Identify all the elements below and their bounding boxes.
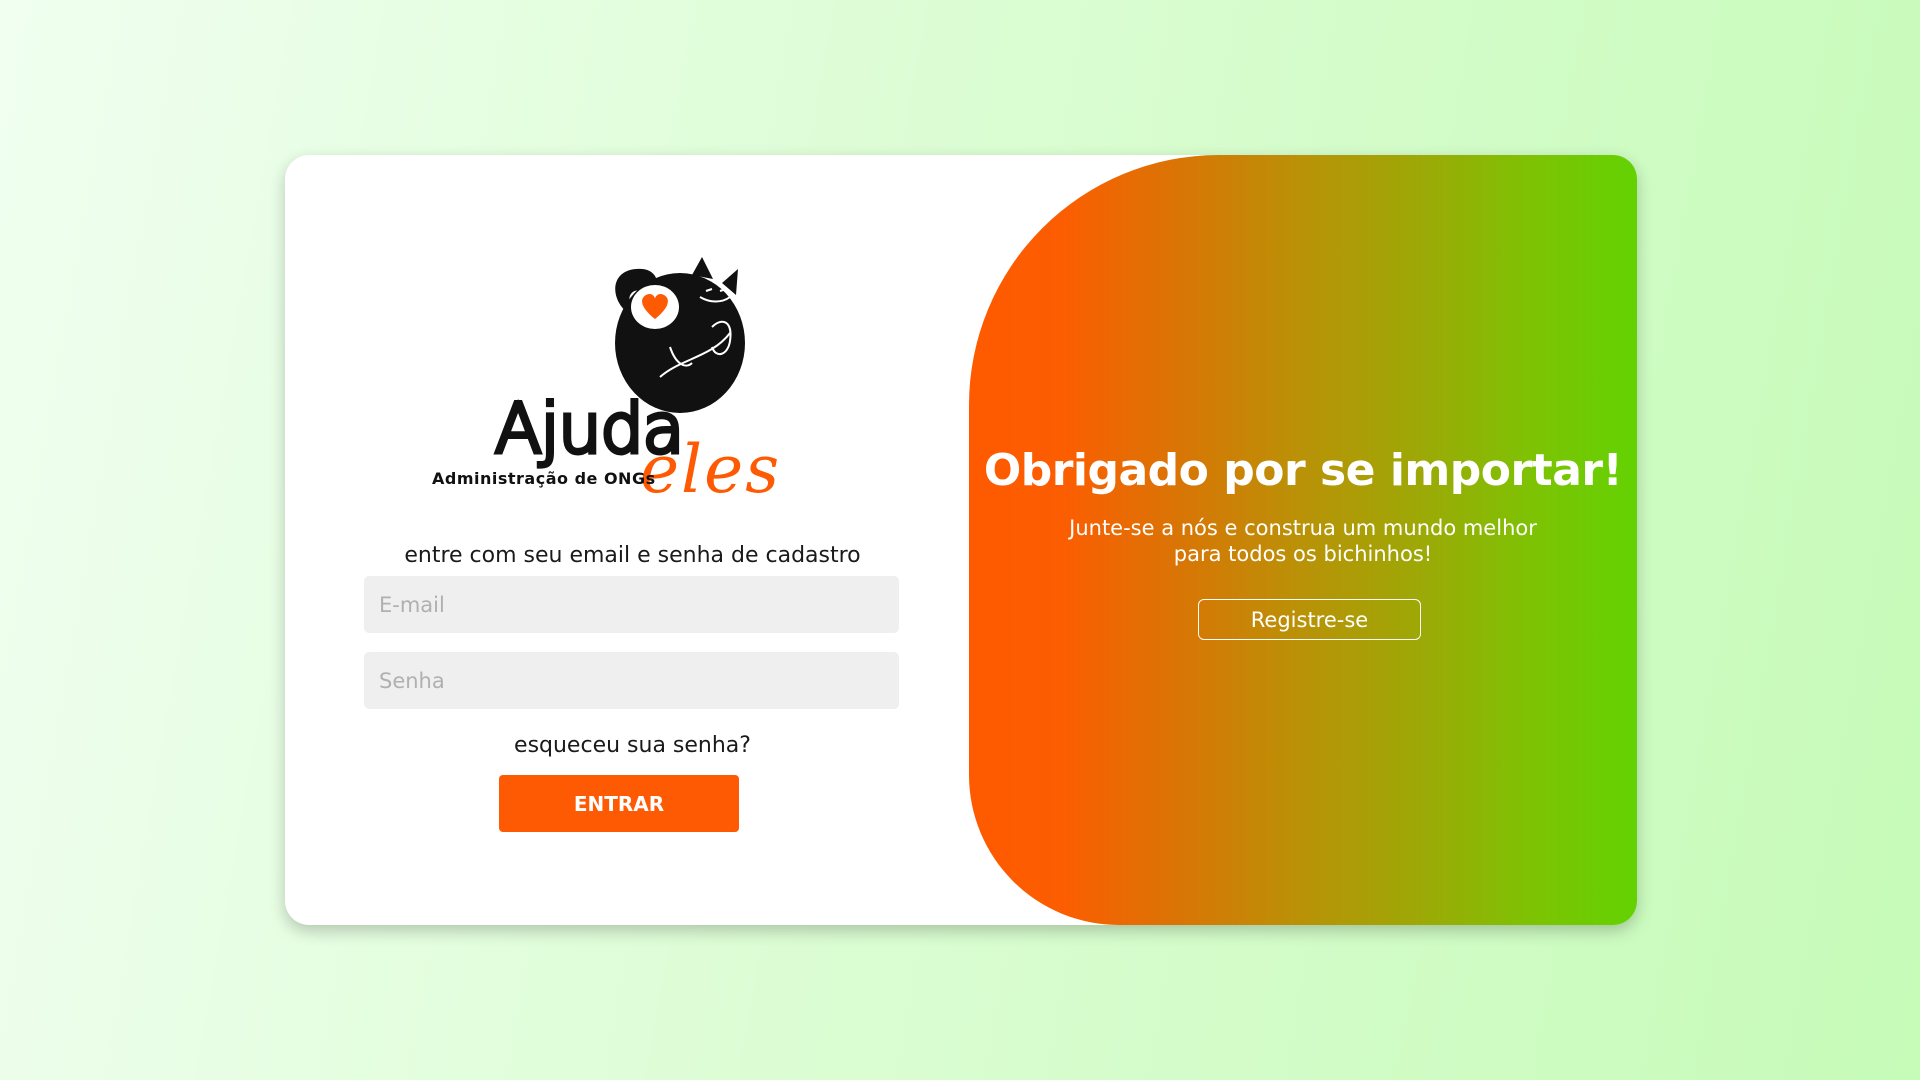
promo-title: Obrigado por se importar! bbox=[983, 445, 1623, 496]
login-button[interactable]: ENTRAR bbox=[499, 775, 739, 832]
email-input[interactable] bbox=[364, 576, 899, 633]
promo-subtitle-line2: para todos os bichinhos! bbox=[1173, 542, 1433, 566]
register-promo-panel: Obrigado por se importar! Junte-se a nós… bbox=[969, 155, 1637, 925]
forgot-password-link[interactable]: esqueceu sua senha? bbox=[365, 733, 900, 758]
promo-subtitle: Junte-se a nós e construa um mundo melho… bbox=[1019, 515, 1587, 567]
logo-tagline: Administração de ONGs bbox=[432, 469, 656, 488]
ajuda-eles-logo: Ajuda eles Administração de ONGs bbox=[430, 247, 850, 577]
promo-subtitle-line1: Junte-se a nós e construa um mundo melho… bbox=[1069, 516, 1537, 540]
register-button[interactable]: Registre-se bbox=[1198, 599, 1421, 640]
login-instructions: entre com seu email e senha de cadastro bbox=[404, 543, 861, 568]
login-card: Ajuda eles Administração de ONGs entre c… bbox=[285, 155, 1637, 925]
password-input[interactable] bbox=[364, 652, 899, 709]
brand-script-text: eles bbox=[640, 431, 781, 508]
